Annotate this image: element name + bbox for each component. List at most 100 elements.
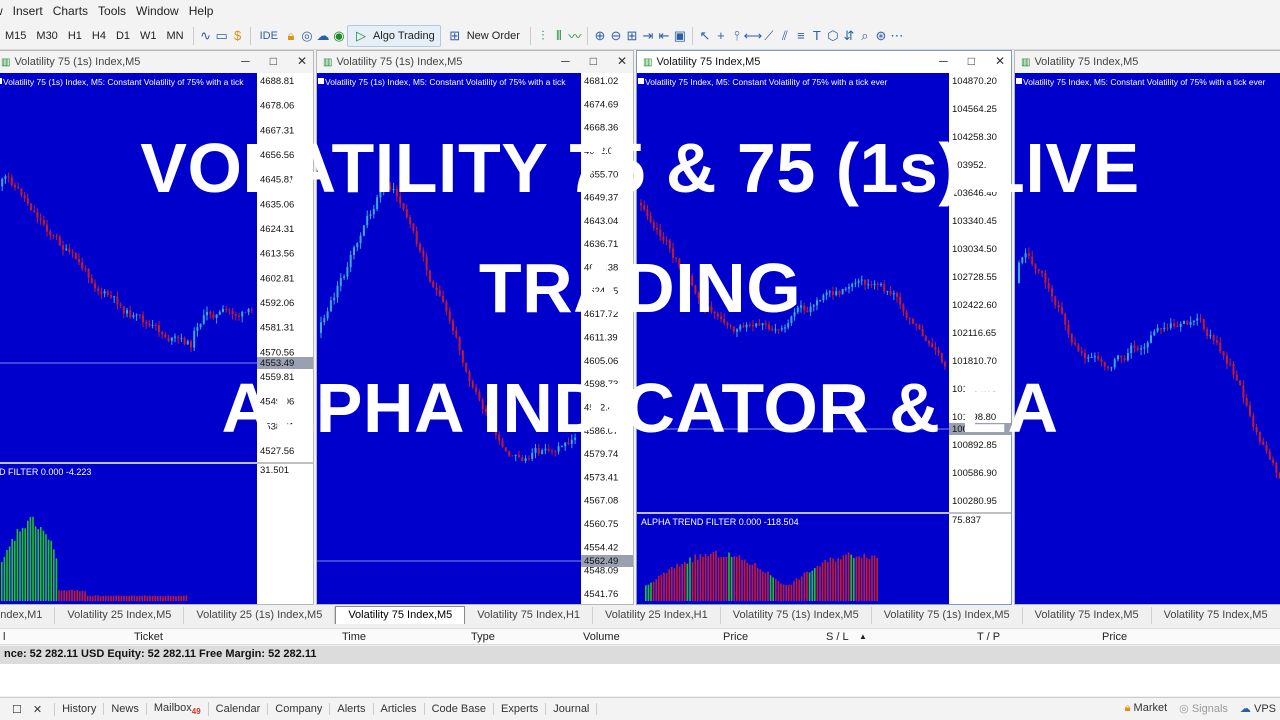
chart-tab[interactable]: Volatility 25 (1s) Index,M5 <box>184 607 336 624</box>
close-toolbox-icon[interactable]: ✕ <box>29 702 56 716</box>
chart-tab[interactable]: Volatility 75 Index,M5 <box>335 606 466 624</box>
timeframe-m30[interactable]: M30 <box>31 30 62 42</box>
minimize-icon[interactable]: ─ <box>939 54 948 68</box>
column-header[interactable]: l <box>3 631 5 643</box>
price-chart[interactable]: Volatility 75 Index, M5: Constant Volati… <box>637 73 1012 605</box>
tab-calendar[interactable]: Calendar <box>209 703 269 715</box>
timeframe-h4[interactable]: H4 <box>87 30 111 42</box>
chart-tab[interactable]: Volatility 75 (1s) Index,M5 <box>872 607 1023 624</box>
column-header-sl[interactable]: S / L <box>826 631 849 643</box>
line-chart-icon[interactable]: 〰 <box>567 28 583 44</box>
tab-journal[interactable]: Journal <box>546 703 598 715</box>
bear-candle <box>1222 351 1225 356</box>
shapes-icon[interactable]: ⬡ <box>825 28 841 44</box>
chart-shift-icon[interactable]: ⇤ <box>656 28 672 44</box>
timeframe-m15[interactable]: M15 <box>0 30 31 42</box>
timeframe-w1[interactable]: W1 <box>135 30 162 42</box>
autoscroll-icon[interactable]: ⇥ <box>640 28 656 44</box>
ide-button[interactable]: IDE <box>255 30 283 42</box>
menu-insert[interactable]: Insert <box>13 4 53 18</box>
column-header-price[interactable]: Price <box>723 631 748 643</box>
arrows-icon[interactable]: ⇵ <box>841 28 857 44</box>
text-icon[interactable]: T <box>809 28 825 44</box>
templates-icon[interactable]: ▭ <box>214 28 230 44</box>
chart-tab[interactable]: Volatility 25 Index,M5 <box>55 607 185 624</box>
price-chart[interactable]: Volatility 75 Index, M5: Constant Volati… <box>1015 73 1280 605</box>
chart-window-4[interactable]: ▥ Volatility 75 Index,M5 Volatility 75 I… <box>1014 50 1280 605</box>
tab-history[interactable]: History <box>55 703 105 715</box>
new-order-button[interactable]: ⊞ New Order <box>441 25 526 47</box>
chart-window-titlebar[interactable]: ▥ Volatility 75 Index,M5 <box>1015 51 1280 73</box>
chart-window-3[interactable]: ▥ Volatility 75 Index,M5 ─ □ ✕ Volatility … <box>636 50 1012 605</box>
tab-alerts[interactable]: Alerts <box>330 703 374 715</box>
chart-tab[interactable]: Volatility 75 (1s) Index,M5 <box>721 607 872 624</box>
channel-icon[interactable]: ⫽ <box>777 28 793 44</box>
bar-chart-icon[interactable]: ⫶ <box>535 28 551 44</box>
maximize-icon[interactable]: □ <box>590 54 597 68</box>
crosshair-icon[interactable]: + <box>713 28 729 44</box>
column-header-type[interactable]: Type <box>471 631 495 643</box>
zoom-out-icon[interactable]: ⊖ <box>608 28 624 44</box>
indicators-icon[interactable]: ∿ <box>198 28 214 44</box>
cloud-icon[interactable]: ☁ <box>315 28 331 44</box>
chart-window-titlebar[interactable]: ▥ Volatility 75 (1s) Index,M5 ─ □ ✕ <box>0 51 313 73</box>
tab-mailbox[interactable]: Mailbox49 <box>147 701 209 717</box>
signal-icon[interactable]: ◎ <box>299 28 315 44</box>
close-icon[interactable]: ✕ <box>617 54 627 68</box>
timeframe-h1[interactable]: H1 <box>63 30 87 42</box>
menu-tools[interactable]: Tools <box>98 4 136 18</box>
chart-window-2[interactable]: ▥ Volatility 75 (1s) Index,M5 ─ □ ✕ Volati… <box>316 50 634 605</box>
chart-tab[interactable]: Volatility 75 Index,M5 <box>1023 607 1152 624</box>
zoom-in-icon[interactable]: ⊕ <box>592 28 608 44</box>
column-header-tp[interactable]: T / P <box>977 631 1000 643</box>
lock-icon[interactable]: 🔒︎ <box>283 28 299 44</box>
minimize-icon[interactable]: ─ <box>561 54 570 68</box>
price-chart[interactable]: Volatility 75 (1s) Index, M5: Constant V… <box>317 73 634 605</box>
close-icon[interactable]: ✕ <box>297 54 307 68</box>
column-header-volume[interactable]: Volume <box>583 631 620 643</box>
tab-news[interactable]: News <box>104 703 147 715</box>
account-icon[interactable]: ⊛ <box>873 28 889 44</box>
tab-code-base[interactable]: Code Base <box>425 703 494 715</box>
column-header-time[interactable]: Time <box>342 631 366 643</box>
signals-button[interactable]: ◎ Signals <box>1179 702 1228 715</box>
price-chart[interactable]: Volatility 75 (1s) Index, M5: Constant V… <box>0 73 314 605</box>
market-button[interactable]: 🔒︎ Market <box>1125 702 1168 715</box>
vertical-line-icon[interactable]: ⫯ <box>729 28 745 44</box>
globe-icon[interactable]: ◉ <box>331 28 347 44</box>
cursor-icon[interactable]: ↖ <box>697 28 713 44</box>
chart-tab[interactable]: 0 Index,M1 <box>0 607 56 624</box>
grid-icon[interactable]: ⊞ <box>624 28 640 44</box>
minimize-icon[interactable]: ─ <box>241 54 250 68</box>
maximize-icon[interactable]: □ <box>270 54 277 68</box>
tab-experts[interactable]: Experts <box>494 703 547 715</box>
menu-view[interactable]: w <box>0 4 13 18</box>
chart-tab[interactable]: Volatility 75 Index,M5 <box>1152 607 1280 624</box>
chart-window-titlebar[interactable]: ▥ Volatility 75 Index,M5 ─ □ ✕ <box>637 51 1011 73</box>
more-icon[interactable]: ⋯ <box>889 28 905 44</box>
timeframe-mn[interactable]: MN <box>162 30 189 42</box>
menu-charts[interactable]: Charts <box>53 4 98 18</box>
timeframe-d1[interactable]: D1 <box>111 30 135 42</box>
search-icon[interactable]: ⌕ <box>857 28 873 44</box>
vps-button[interactable]: ☁ VPS <box>1240 702 1276 715</box>
column-header-price-current[interactable]: Price <box>1102 631 1127 643</box>
menu-help[interactable]: Help <box>189 4 224 18</box>
tab-articles[interactable]: Articles <box>374 703 425 715</box>
candlestick-icon[interactable]: ⫴ <box>551 28 567 44</box>
fibonacci-icon[interactable]: ≡ <box>793 28 809 44</box>
chart-tab[interactable]: Volatility 25 Index,H1 <box>593 607 721 624</box>
screenshot-icon[interactable]: ▣ <box>672 28 688 44</box>
horizontal-line-icon[interactable]: ⟷ <box>744 28 763 44</box>
column-header-ticket[interactable]: Ticket <box>134 631 163 643</box>
chart-window-1[interactable]: ▥ Volatility 75 (1s) Index,M5 ─ □ ✕ Volati… <box>0 50 314 605</box>
menu-window[interactable]: Window <box>136 4 189 18</box>
algo-trading-button[interactable]: ▷ Algo Trading <box>346 24 441 47</box>
chart-tab[interactable]: Volatility 75 Index,H1 <box>465 607 594 624</box>
tab-company[interactable]: Company <box>268 703 331 715</box>
close-icon[interactable]: ✕ <box>995 54 1005 68</box>
chart-window-titlebar[interactable]: ▥ Volatility 75 (1s) Index,M5 ─ □ ✕ <box>317 51 633 73</box>
trendline-icon[interactable]: ⟋ <box>761 28 777 44</box>
market-icon[interactable]: $ <box>230 28 246 44</box>
maximize-icon[interactable]: □ <box>968 54 975 68</box>
